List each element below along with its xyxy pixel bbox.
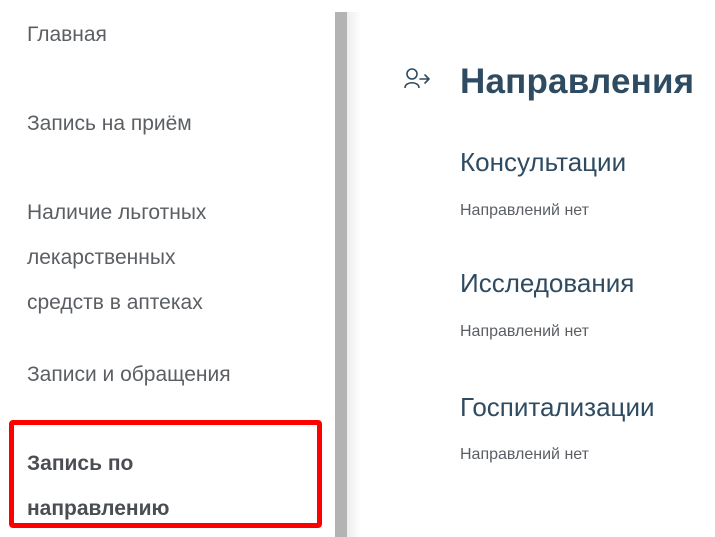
sidebar-item-label-line: средств в аптеках	[27, 291, 203, 314]
sidebar-item-label-line: Наличие льготных	[27, 201, 207, 224]
sidebar-item-label-line: Запись по	[27, 452, 134, 475]
section-heading-consultations: Консультации	[460, 147, 627, 177]
page-title: Направления	[460, 62, 695, 101]
section-heading-research: Исследования	[460, 268, 635, 298]
sidebar-item-label-line: лекарственных	[27, 246, 176, 269]
sidebar-item-home[interactable]: Главная	[27, 12, 317, 57]
referral-person-arrow-icon	[404, 68, 430, 89]
sidebar-item-label: Записи и обращения	[27, 363, 231, 386]
section-status-consultations: Направлений нет	[460, 202, 589, 219]
sidebar-nav: Главная Запись на приём Наличие льготных…	[0, 0, 335, 537]
sidebar-item-appointment[interactable]: Запись на приём	[27, 101, 317, 146]
sidebar-item-records-appeals[interactable]: Записи и обращения	[27, 352, 317, 397]
section-status-research: Направлений нет	[460, 323, 589, 340]
sidebar-item-referral-booking[interactable]: Запись по направлению	[27, 441, 317, 531]
sidebar-item-label: Главная	[27, 23, 107, 46]
sidebar-divider	[335, 12, 361, 537]
section-heading-hospitalization: Госпитализации	[460, 392, 655, 422]
sidebar-item-label-line: направлению	[27, 497, 170, 520]
main-content: Направления Консультации Направлений нет…	[347, 0, 715, 537]
sidebar-item-pharmacy-availability[interactable]: Наличие льготных лекарственных средств в…	[27, 190, 317, 325]
section-status-hospitalization: Направлений нет	[460, 446, 589, 463]
sidebar-item-label: Запись на приём	[27, 112, 192, 135]
